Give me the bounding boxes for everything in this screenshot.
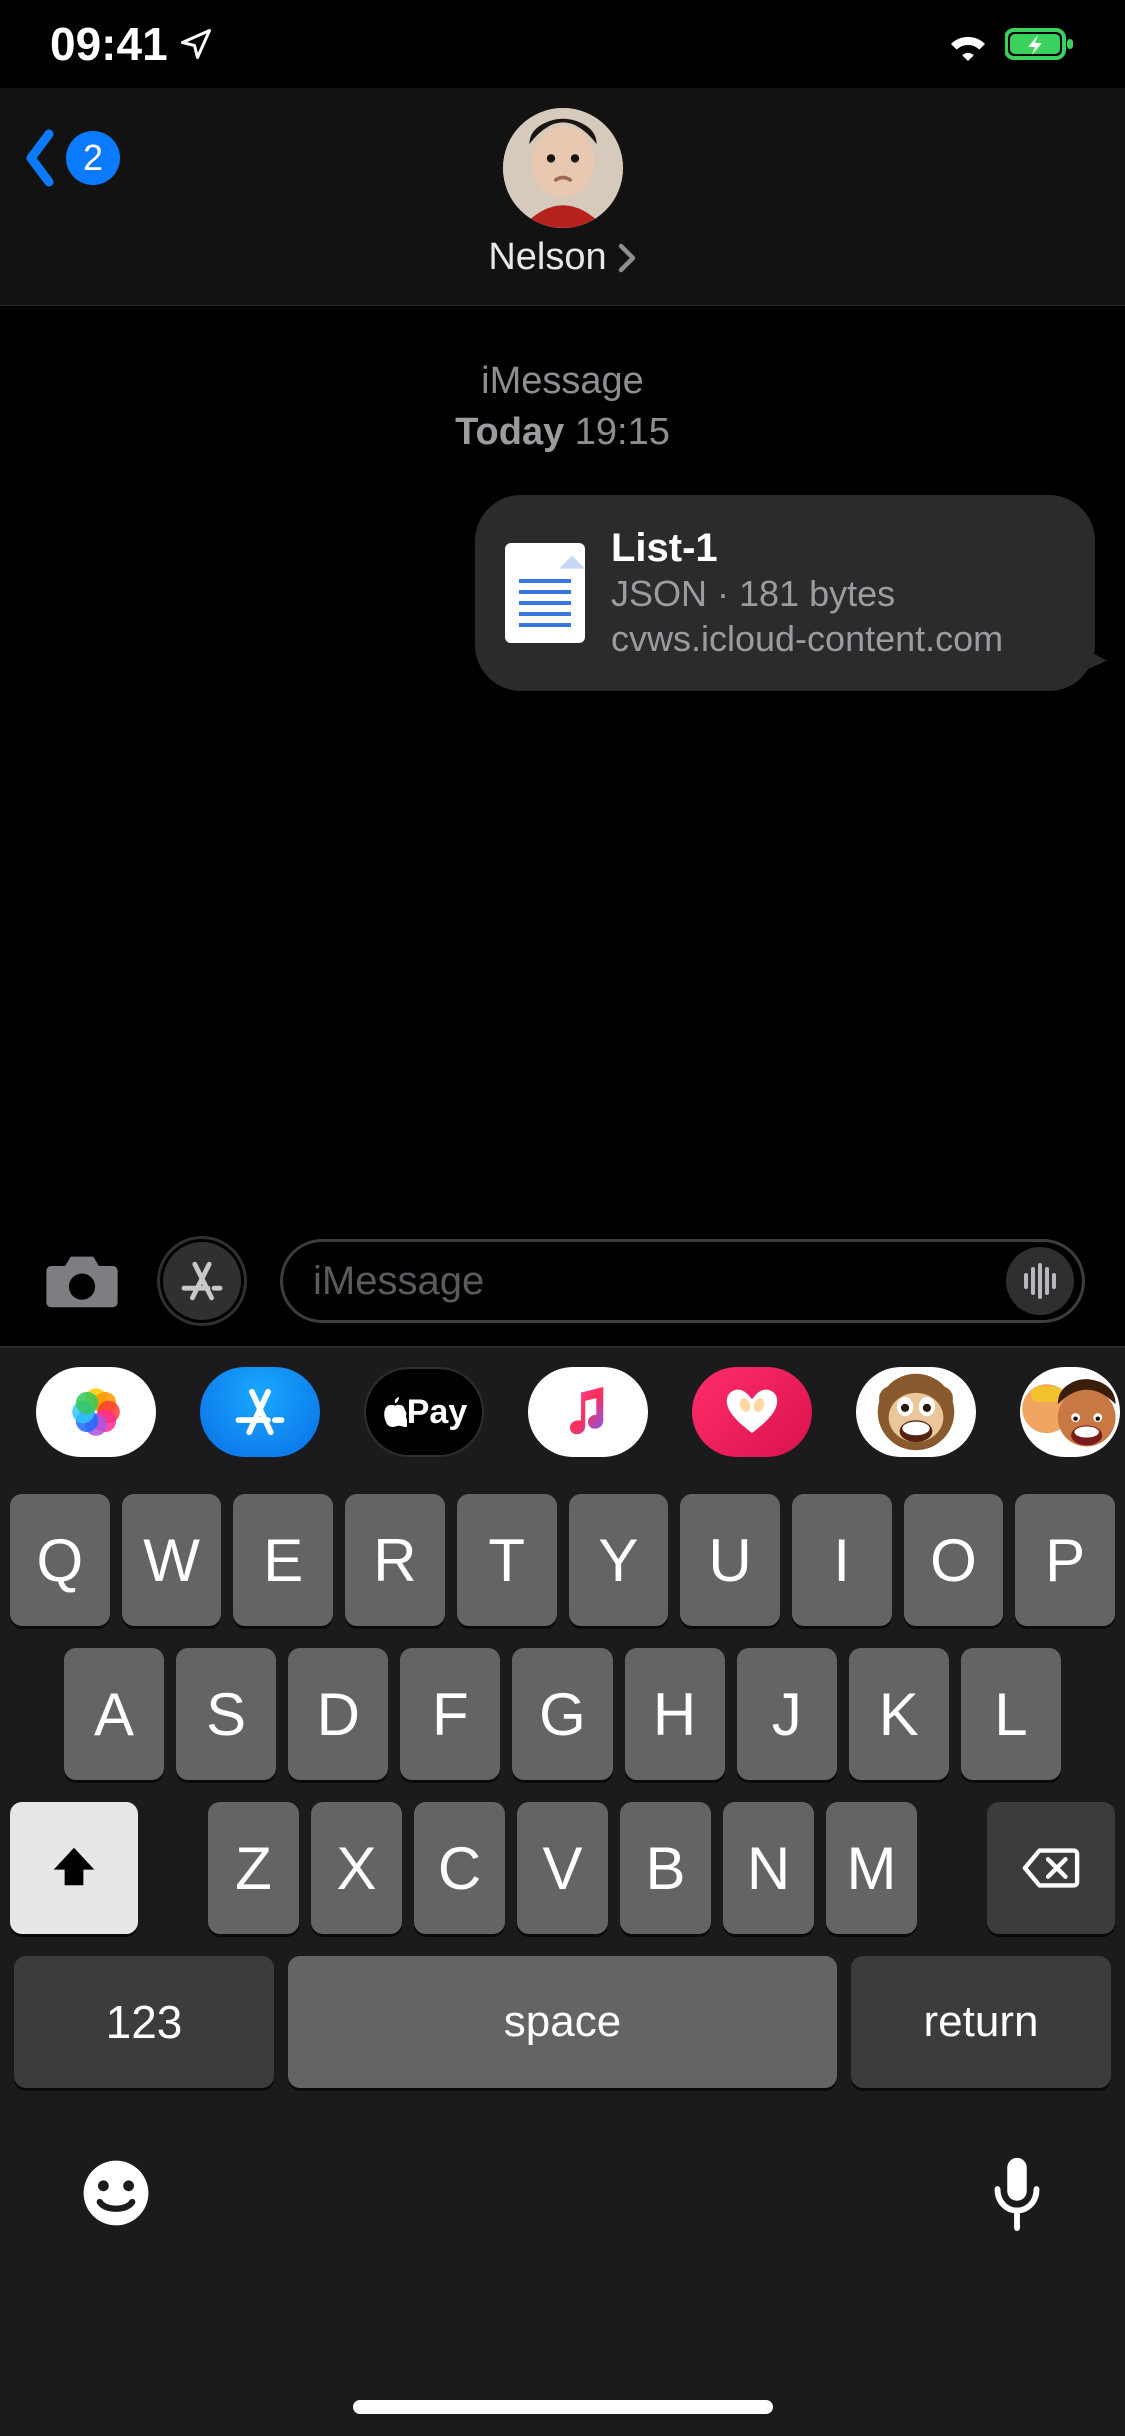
key-d[interactable]: D	[288, 1648, 388, 1780]
unread-badge: 2	[66, 131, 120, 185]
key-o[interactable]: O	[904, 1494, 1004, 1626]
heart-fingers-icon	[724, 1388, 780, 1436]
battery-charging-icon	[1005, 27, 1075, 61]
key-shift[interactable]	[10, 1802, 138, 1934]
app-animoji[interactable]	[856, 1367, 976, 1457]
key-s[interactable]: S	[176, 1648, 276, 1780]
status-bar: 09:41	[0, 0, 1125, 88]
waveform-icon	[1020, 1263, 1060, 1299]
app-strip[interactable]: Pay	[0, 1346, 1125, 1476]
contact-name-button[interactable]: Nelson	[0, 236, 1125, 279]
key-c[interactable]: C	[414, 1802, 505, 1934]
key-b[interactable]: B	[620, 1802, 711, 1934]
key-u[interactable]: U	[680, 1494, 780, 1626]
key-f[interactable]: F	[400, 1648, 500, 1780]
keyboard-row-1: Q W E R T Y U I O P	[10, 1494, 1115, 1626]
dictation-button[interactable]	[989, 2154, 1045, 2237]
location-icon	[178, 26, 214, 62]
music-note-icon	[565, 1387, 611, 1437]
key-x[interactable]: X	[311, 1802, 402, 1934]
key-g[interactable]: G	[512, 1648, 612, 1780]
key-v[interactable]: V	[517, 1802, 608, 1934]
attachment-title: List-1	[611, 525, 1003, 571]
key-l[interactable]: L	[961, 1648, 1061, 1780]
service-label: iMessage	[481, 360, 644, 402]
memoji-group-icon	[1020, 1367, 1120, 1457]
key-t[interactable]: T	[457, 1494, 557, 1626]
key-i[interactable]: I	[792, 1494, 892, 1626]
apps-button[interactable]	[160, 1239, 244, 1323]
keyboard-row-2: A S D F G H J K L	[10, 1648, 1115, 1780]
timestamp-time: 19:15	[575, 411, 670, 453]
key-y[interactable]: Y	[569, 1494, 669, 1626]
status-time: 09:41	[50, 17, 168, 71]
camera-button[interactable]	[40, 1249, 124, 1313]
document-icon	[505, 543, 585, 643]
app-appstore[interactable]	[200, 1367, 320, 1457]
app-store-glyph-icon	[233, 1385, 287, 1439]
wifi-icon	[945, 27, 991, 61]
contact-name: Nelson	[488, 236, 606, 279]
emoji-button[interactable]	[80, 2157, 152, 2234]
app-music[interactable]	[528, 1367, 648, 1457]
app-apple-pay[interactable]: Pay	[364, 1367, 484, 1457]
app-memoji[interactable]	[1020, 1367, 1120, 1457]
key-backspace[interactable]	[987, 1802, 1115, 1934]
message-input[interactable]	[313, 1259, 1006, 1304]
key-k[interactable]: K	[849, 1648, 949, 1780]
chevron-right-icon	[617, 243, 637, 273]
backspace-icon	[1022, 1847, 1080, 1889]
compose-bar	[0, 1226, 1125, 1336]
key-h[interactable]: H	[625, 1648, 725, 1780]
thread-timestamp: iMessage Today 19:15	[0, 356, 1125, 459]
key-a[interactable]: A	[64, 1648, 164, 1780]
key-m[interactable]: M	[826, 1802, 917, 1934]
app-store-icon	[178, 1257, 226, 1305]
apple-pay-label: Pay	[407, 1393, 468, 1432]
keyboard-row-4: 123 space return	[10, 1956, 1115, 2088]
app-photos[interactable]	[36, 1367, 156, 1457]
attachment-source: cvws.icloud-content.com	[611, 616, 1003, 661]
app-digital-touch[interactable]	[692, 1367, 812, 1457]
emoji-icon	[80, 2157, 152, 2229]
monkey-memoji-icon	[875, 1371, 957, 1453]
key-p[interactable]: P	[1015, 1494, 1115, 1626]
key-q[interactable]: Q	[10, 1494, 110, 1626]
back-button[interactable]: 2	[20, 128, 120, 188]
key-e[interactable]: E	[233, 1494, 333, 1626]
home-indicator[interactable]	[353, 2400, 773, 2414]
key-n[interactable]: N	[723, 1802, 814, 1934]
audio-message-button[interactable]	[1006, 1247, 1074, 1315]
mic-icon	[989, 2154, 1045, 2232]
photos-icon	[68, 1384, 124, 1440]
apple-logo-icon	[381, 1397, 407, 1427]
contact-avatar[interactable]	[503, 108, 623, 228]
key-return[interactable]: return	[851, 1956, 1111, 2088]
key-r[interactable]: R	[345, 1494, 445, 1626]
conversation-header: 2 Nelson	[0, 88, 1125, 306]
message-attachment[interactable]: List-1 JSON · 181 bytes cvws.icloud-cont…	[475, 495, 1095, 691]
conversation-thread[interactable]: iMessage Today 19:15 List-1 JSON · 181 b…	[0, 306, 1125, 691]
key-j[interactable]: J	[737, 1648, 837, 1780]
shift-icon	[49, 1843, 99, 1893]
keyboard-bottom-bar	[10, 2110, 1115, 2320]
keyboard: Q W E R T Y U I O P A S D F G H J K L Z …	[0, 1476, 1125, 2436]
message-input-wrapper	[280, 1239, 1085, 1323]
key-space[interactable]: space	[288, 1956, 837, 2088]
chevron-left-icon	[20, 128, 60, 188]
camera-icon	[43, 1251, 121, 1311]
key-z[interactable]: Z	[208, 1802, 299, 1934]
keyboard-row-3: Z X C V B N M	[10, 1802, 1115, 1934]
key-123[interactable]: 123	[14, 1956, 274, 2088]
timestamp-day: Today	[455, 411, 564, 453]
key-w[interactable]: W	[122, 1494, 222, 1626]
attachment-meta: JSON · 181 bytes	[611, 571, 1003, 616]
